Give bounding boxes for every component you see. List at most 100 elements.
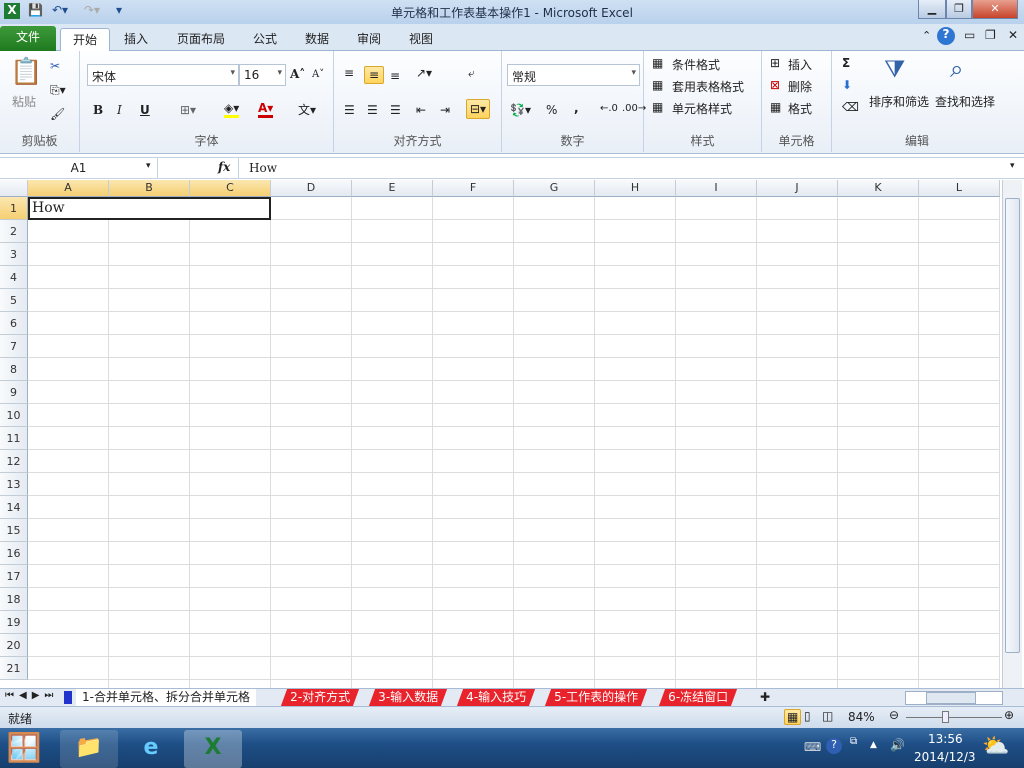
column-header-E[interactable]: E: [352, 180, 433, 197]
comma-button[interactable]: ,: [574, 101, 579, 115]
zoom-slider[interactable]: [906, 717, 1002, 718]
cut-icon[interactable]: ✂: [50, 59, 60, 73]
number-format-combo[interactable]: 常规: [507, 64, 640, 86]
accounting-format-icon[interactable]: 💱▾: [510, 103, 531, 117]
align-right-icon[interactable]: ☰: [390, 103, 401, 117]
help-tray-icon[interactable]: ?: [826, 738, 842, 754]
help-icon[interactable]: ?: [937, 27, 955, 45]
row-header-6[interactable]: 6: [0, 312, 28, 335]
decrease-decimal-icon[interactable]: .00→: [622, 103, 646, 114]
delete-cells-button[interactable]: 删除: [788, 78, 812, 95]
row-header-7[interactable]: 7: [0, 335, 28, 358]
expand-formula-bar-icon[interactable]: ▾: [1010, 161, 1015, 171]
row-header-5[interactable]: 5: [0, 289, 28, 312]
column-header-F[interactable]: F: [433, 180, 514, 197]
page-layout-view-icon[interactable]: ▯: [804, 709, 811, 723]
percent-button[interactable]: %: [546, 103, 557, 117]
column-header-I[interactable]: I: [676, 180, 757, 197]
volume-icon[interactable]: 🔊: [890, 738, 905, 752]
phonetic-icon[interactable]: 文▾: [298, 101, 316, 118]
copy-icon[interactable]: ⎘▾: [50, 83, 66, 98]
italic-button[interactable]: I: [117, 103, 122, 117]
insert-cells-button[interactable]: 插入: [788, 56, 812, 73]
sheet-tab-2[interactable]: 2-对齐方式: [280, 689, 360, 706]
increase-indent-icon[interactable]: ⇥: [440, 103, 450, 117]
sheet-tab-1[interactable]: 1-合并单元格、拆分合并单元格: [76, 689, 256, 706]
bold-button[interactable]: B: [93, 103, 103, 117]
align-bottom-icon[interactable]: ≡: [390, 69, 400, 83]
column-header-K[interactable]: K: [838, 180, 919, 197]
cell-styles-button[interactable]: 单元格样式: [672, 100, 732, 117]
format-painter-icon[interactable]: 🖌: [50, 107, 65, 121]
font-name-combo[interactable]: 宋体: [87, 64, 239, 86]
sheet-tab-4[interactable]: 4-输入技巧: [456, 689, 536, 706]
align-middle-icon[interactable]: ≡: [364, 66, 385, 84]
underline-button[interactable]: U: [140, 103, 150, 117]
page-break-view-icon[interactable]: ◫: [822, 709, 833, 723]
row-header-4[interactable]: 4: [0, 266, 28, 289]
row-header-1[interactable]: 1: [0, 197, 28, 220]
insert-cells-icon[interactable]: ⊞: [770, 56, 780, 70]
row-header-21[interactable]: 21: [0, 657, 28, 680]
start-button[interactable]: 🪟: [0, 730, 48, 768]
row-header-11[interactable]: 11: [0, 427, 28, 450]
clock-time[interactable]: 13:56: [928, 732, 963, 746]
paste-button[interactable]: 粘贴: [12, 93, 36, 110]
tab-data[interactable]: 数据: [293, 28, 341, 51]
merge-center-icon[interactable]: ⊟▾: [466, 99, 491, 119]
minimize-button[interactable]: ▁: [918, 0, 946, 19]
row-header-16[interactable]: 16: [0, 542, 28, 565]
zoom-in-button[interactable]: ⊕: [1004, 708, 1014, 722]
borders-icon[interactable]: ⊞▾: [180, 103, 196, 117]
row-header-2[interactable]: 2: [0, 220, 28, 243]
autosum-button[interactable]: Σ: [842, 56, 850, 70]
collapse-ribbon-icon[interactable]: ⌃: [922, 29, 931, 42]
vertical-scrollbar[interactable]: [1002, 180, 1022, 688]
network-tray-icon[interactable]: ⧉: [850, 736, 857, 747]
sort-filter-icon[interactable]: ⧩: [884, 55, 905, 83]
conditional-format-icon[interactable]: ▦: [652, 56, 663, 70]
workbook-restore-icon[interactable]: ❐: [985, 28, 996, 42]
sheet-nav-arrows[interactable]: ⏮◀▶⏭: [5, 690, 58, 701]
column-header-C[interactable]: C: [190, 180, 271, 197]
row-header-12[interactable]: 12: [0, 450, 28, 473]
sheet-tab-6[interactable]: 6-冻结窗口: [658, 689, 738, 706]
row-header-13[interactable]: 13: [0, 473, 28, 496]
column-header-J[interactable]: J: [757, 180, 838, 197]
column-header-D[interactable]: D: [271, 180, 352, 197]
spreadsheet-grid[interactable]: A B C D E F G H I J K L 1 2 3 4 5 6 7 8 9 10 11 12 13 14 15 16 17 18 1…: [0, 180, 1000, 688]
align-center-icon[interactable]: ☰: [367, 103, 378, 117]
shrink-font-icon[interactable]: A˅: [312, 69, 324, 80]
insert-function-button[interactable]: fx: [218, 160, 230, 174]
align-top-icon[interactable]: ≡: [344, 66, 354, 80]
table-format-icon[interactable]: ▦: [652, 78, 663, 92]
font-color-icon[interactable]: A▾: [258, 101, 274, 118]
zoom-out-button[interactable]: ⊖: [889, 708, 899, 722]
font-size-combo[interactable]: 16: [239, 64, 286, 86]
orientation-icon[interactable]: ↗▾: [416, 66, 432, 80]
weather-icon[interactable]: ⛅: [982, 734, 1009, 759]
wrap-text-icon[interactable]: ⤶: [468, 66, 475, 81]
tab-review[interactable]: 审阅: [345, 28, 393, 51]
format-cells-icon[interactable]: ▦: [770, 100, 781, 114]
clear-icon[interactable]: ⌫: [842, 100, 859, 114]
tab-file[interactable]: 文件: [0, 26, 56, 51]
paste-icon[interactable]: 📋: [10, 57, 42, 87]
restore-button[interactable]: ❐: [946, 0, 972, 19]
workbook-close-icon[interactable]: ✕: [1008, 28, 1018, 42]
find-select-button[interactable]: 查找和选择: [935, 93, 995, 110]
ie-taskbar-icon[interactable]: e: [122, 730, 180, 768]
name-box-dropdown-icon[interactable]: ▾: [146, 161, 151, 171]
row-header-8[interactable]: 8: [0, 358, 28, 381]
close-button[interactable]: ✕: [972, 0, 1018, 19]
table-format-button[interactable]: 套用表格格式: [672, 78, 744, 95]
column-header-A[interactable]: A: [28, 180, 109, 197]
vertical-scroll-thumb[interactable]: [1005, 198, 1020, 653]
column-header-B[interactable]: B: [109, 180, 190, 197]
row-header-14[interactable]: 14: [0, 496, 28, 519]
sheet-tab-3[interactable]: 3-输入数据: [368, 689, 448, 706]
excel-taskbar-icon[interactable]: X: [184, 730, 242, 768]
show-hidden-icons[interactable]: ▲: [870, 740, 877, 750]
sort-filter-button[interactable]: 排序和筛选: [869, 93, 929, 110]
zoom-level[interactable]: 84%: [848, 710, 875, 724]
